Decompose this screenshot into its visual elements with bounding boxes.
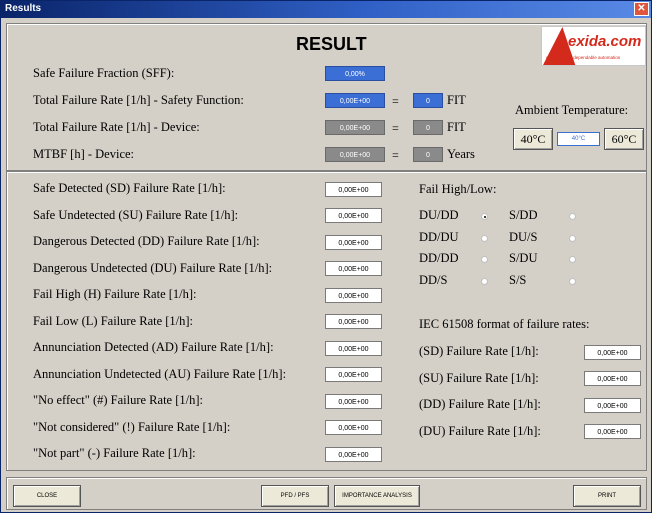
logo-tagline: excellence in dependable automation	[546, 55, 621, 60]
rate-label: "Not considered" (!) Failure Rate [1/h]:	[33, 419, 231, 434]
fail-option-label: S/DU	[509, 251, 538, 265]
tfr-safety-fit: 0	[413, 93, 443, 108]
rate-label: "Not part" (-) Failure Rate [1/h]:	[33, 446, 196, 460]
fail-high-low-title: Fail High/Low:	[419, 182, 497, 196]
tfr-device-fit: 0	[413, 120, 443, 135]
fail-option-label: DD/DU	[419, 229, 459, 244]
fail-option-radio[interactable]	[569, 256, 576, 263]
iec-rate-label: (DU) Failure Rate [1/h]:	[419, 423, 541, 438]
rate-value-field[interactable]: 0,00E+00	[325, 420, 382, 435]
mtbf-value: 0,00E+00	[325, 147, 385, 162]
rate-value-field[interactable]: 0,00E+00	[325, 181, 382, 197]
importance-analysis-button[interactable]: IMPORTANCE ANALYSIS	[334, 485, 420, 507]
rate-value-field[interactable]: 0,00E+00	[325, 367, 382, 382]
rate-value-field[interactable]: 0,00E+00	[325, 446, 382, 462]
fail-option-label: DD/S	[419, 272, 448, 287]
rate-value-field[interactable]: 0,00E+00	[325, 287, 382, 303]
rate-label: Dangerous Undetected (DU) Failure Rate […	[33, 260, 273, 275]
close-button[interactable]: CLOSE	[13, 485, 81, 507]
fail-option-radio[interactable]	[481, 256, 488, 263]
fit-unit: FIT	[447, 120, 466, 134]
years-unit: Years	[447, 147, 475, 161]
temp-40-button[interactable]: 40°C	[513, 128, 553, 150]
equals-sign: =	[392, 148, 399, 162]
window-title: Results	[5, 3, 42, 14]
exida-logo: exida.com excellence in dependable autom…	[541, 26, 646, 66]
iec-rate-label: (SU) Failure Rate [1/h]:	[419, 370, 539, 385]
fail-option-label: S/S	[509, 272, 527, 287]
mtbf-label: MTBF [h] - Device:	[33, 147, 135, 161]
fail-option-radio[interactable]	[481, 213, 488, 220]
rate-label: "No effect" (#) Failure Rate [1/h]:	[33, 393, 203, 407]
iec-title: IEC 61508 format of failure rates:	[419, 317, 590, 331]
iec-rate-value-field[interactable]: 0,00E+00	[584, 371, 641, 386]
rate-value-field[interactable]: 0,00E+00	[325, 314, 382, 329]
sff-value: 0,00%	[325, 66, 385, 81]
page-title: RESULT	[296, 34, 367, 54]
mtbf-years-value: 0	[413, 147, 443, 162]
fail-option-radio[interactable]	[481, 234, 488, 242]
iec-rate-value-field[interactable]: 0,00E+00	[584, 397, 641, 413]
rate-label: Safe Undetected (SU) Failure Rate [1/h]:	[33, 207, 239, 222]
temp-60-button[interactable]: 60°C	[604, 128, 644, 150]
current-temperature-field: 40°C	[557, 132, 600, 146]
fail-option-radio[interactable]	[481, 277, 488, 285]
print-button[interactable]: PRINT	[573, 485, 641, 507]
rate-value-field[interactable]: 0,00E+00	[325, 208, 382, 223]
iec-rate-value-field[interactable]: 0,00E+00	[584, 424, 641, 439]
iec-rate-value-field[interactable]: 0,00E+00	[584, 344, 641, 360]
rate-label: Safe Detected (SD) Failure Rate [1/h]:	[33, 181, 226, 195]
rate-label: Annunciation Undetected (AU) Failure Rat…	[33, 366, 287, 381]
rate-value-field[interactable]: 0,00E+00	[325, 234, 382, 250]
fail-option-radio[interactable]	[569, 234, 576, 242]
sff-label: Safe Failure Fraction (SFF):	[33, 66, 175, 80]
fail-option-radio[interactable]	[569, 277, 576, 285]
iec-rate-label: (SD) Failure Rate [1/h]:	[419, 344, 539, 358]
fail-option-label: DU/DD	[419, 208, 459, 222]
tfr-safety-label: Total Failure Rate [1/h] - Safety Functi…	[33, 93, 244, 107]
fail-option-label: S/DD	[509, 208, 538, 222]
rate-label: Dangerous Detected (DD) Failure Rate [1/…	[33, 234, 260, 248]
logo-text: exida.com	[568, 33, 642, 50]
fail-option-label: DD/DD	[419, 251, 459, 265]
rate-label: Fail Low (L) Failure Rate [1/h]:	[33, 313, 194, 328]
rate-value-field[interactable]: 0,00E+00	[325, 340, 382, 356]
tfr-safety-value: 0,00E+00	[325, 93, 385, 108]
title-bar[interactable]: Results ✕	[1, 1, 651, 18]
fail-option-label: DU/S	[509, 229, 538, 244]
rate-value-field[interactable]: 0,00E+00	[325, 261, 382, 276]
fit-unit: FIT	[447, 93, 466, 107]
results-window: Results ✕ RESULT exida.com excellence in…	[0, 0, 652, 513]
rate-label: Annunciation Detected (AD) Failure Rate …	[33, 340, 274, 354]
tfr-device-value: 0,00E+00	[325, 120, 385, 135]
iec-rate-label: (DD) Failure Rate [1/h]:	[419, 397, 541, 411]
ambient-temperature-label: Ambient Temperature:	[515, 103, 629, 117]
rate-label: Fail High (H) Failure Rate [1/h]:	[33, 287, 197, 301]
equals-sign: =	[392, 94, 399, 108]
fail-option-radio[interactable]	[569, 213, 576, 220]
close-window-icon[interactable]: ✕	[634, 2, 649, 16]
equals-sign: =	[392, 121, 399, 135]
rate-value-field[interactable]: 0,00E+00	[325, 393, 382, 409]
tfr-device-label: Total Failure Rate [1/h] - Device:	[33, 120, 200, 134]
pfd-pfs-button[interactable]: PFD / PFS	[261, 485, 329, 507]
